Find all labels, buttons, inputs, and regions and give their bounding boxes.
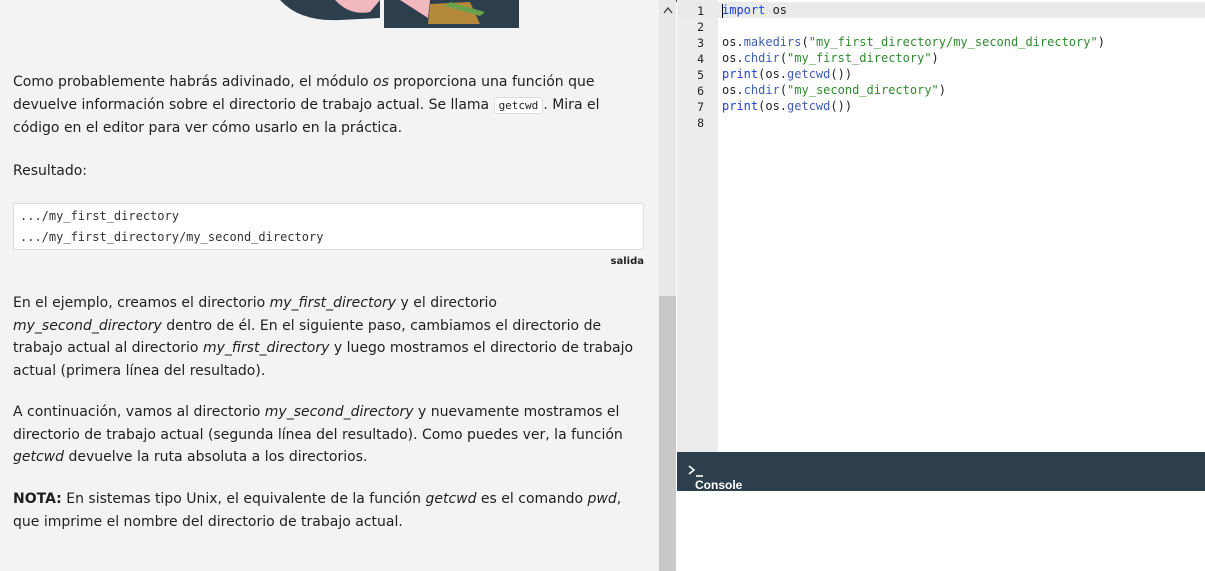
command-name: pwd — [587, 491, 617, 507]
output-line: .../my_first_directory/my_second_directo… — [20, 230, 324, 244]
text: es el comando — [476, 491, 588, 507]
text: A continuación, vamos al directorio — [13, 404, 265, 420]
lesson-illustration — [280, 0, 519, 28]
line-number: 1 — [697, 4, 704, 18]
function-name: getcwd — [425, 491, 477, 507]
code-text: ( — [779, 51, 788, 65]
code-text: ()) — [830, 67, 853, 81]
keyword: print — [722, 99, 759, 113]
console-header[interactable]: Console — [677, 452, 1205, 492]
continuation-paragraph: A continuación, vamos al directorio my_s… — [13, 401, 643, 469]
string-literal: "my_first_directory" — [787, 51, 932, 65]
line-number: 5 — [697, 68, 704, 82]
intro-paragraph: Como probablemente habrás adivinado, el … — [13, 71, 643, 140]
code-text: (os. — [758, 67, 788, 81]
function-call: makedirs — [743, 35, 802, 49]
function-call: chdir — [743, 83, 780, 97]
line-number: 2 — [697, 20, 704, 34]
line-number: 7 — [697, 100, 704, 114]
scrollbar-thumb[interactable] — [659, 296, 676, 571]
note-paragraph: NOTA: En sistemas tipo Unix, el equivale… — [13, 488, 643, 533]
code-line[interactable]: os.chdir("my_first_directory") — [722, 51, 939, 65]
code-text: os. — [722, 51, 744, 65]
code-line[interactable]: import os — [722, 3, 787, 17]
line-number: 8 — [697, 116, 704, 130]
code-text: (os. — [758, 99, 788, 113]
line-number: 4 — [697, 52, 704, 66]
dir-name: my_second_directory — [13, 317, 162, 334]
keyword: print — [722, 67, 759, 81]
function-call: getcwd — [787, 67, 831, 81]
terminal-prompt-icon — [688, 465, 703, 477]
dir-name: my_second_directory — [264, 404, 414, 420]
lesson-panel: Como probablemente habrás adivinado, el … — [0, 0, 659, 571]
code-text: os — [765, 3, 788, 17]
console-output[interactable] — [677, 491, 1205, 571]
chevron-up-icon[interactable] — [660, 3, 675, 17]
dir-name: my_first_directory — [269, 295, 397, 311]
code-text: os. — [722, 35, 744, 49]
code-line[interactable]: print(os.getcwd()) — [722, 99, 852, 113]
function-call: getcwd — [787, 99, 831, 113]
output-caption: salida — [610, 256, 644, 267]
console-label: Console — [695, 478, 743, 492]
code-text: ) — [1097, 35, 1105, 49]
string-literal: "my_first_directory/my_second_directory" — [808, 35, 1098, 49]
text: En sistemas tipo Unix, el equivalente de… — [61, 491, 426, 507]
code-line[interactable]: os.makedirs("my_first_directory/my_secon… — [722, 35, 1105, 49]
text-cursor — [722, 4, 723, 18]
function-call: chdir — [743, 51, 780, 65]
code-text: ( — [801, 35, 809, 49]
line-number: 3 — [697, 36, 704, 50]
code-text: ()) — [830, 99, 853, 113]
text: En el ejemplo, creamos el directorio — [13, 295, 270, 311]
text: devuelve la ruta absoluta a los director… — [64, 449, 368, 465]
line-number: 6 — [697, 84, 704, 98]
output-box: .../my_first_directory .../my_first_dire… — [13, 203, 644, 250]
text: y el directorio — [396, 295, 498, 311]
code-text: os. — [722, 83, 744, 97]
code-line[interactable]: os.chdir("my_second_directory") — [722, 83, 946, 97]
keyword: import — [722, 3, 766, 17]
module-name: os — [373, 74, 389, 90]
inline-code: getcwd — [493, 96, 544, 114]
code-text: ( — [779, 83, 788, 97]
code-text: ) — [938, 83, 946, 97]
text: Como probablemente habrás adivinado, el … — [13, 74, 374, 90]
string-literal: "my_second_directory" — [787, 83, 939, 97]
console-title: Console — [686, 465, 742, 492]
function-name: getcwd — [13, 449, 65, 465]
result-label: Resultado: — [13, 163, 88, 179]
code-line[interactable]: print(os.getcwd()) — [722, 67, 852, 81]
example-paragraph: En el ejemplo, creamos el directorio my_… — [13, 292, 643, 382]
dir-name: my_first_directory — [202, 340, 330, 356]
output-line: .../my_first_directory — [20, 209, 179, 223]
code-text: ) — [931, 51, 939, 65]
note-label: NOTA: — [13, 491, 62, 507]
